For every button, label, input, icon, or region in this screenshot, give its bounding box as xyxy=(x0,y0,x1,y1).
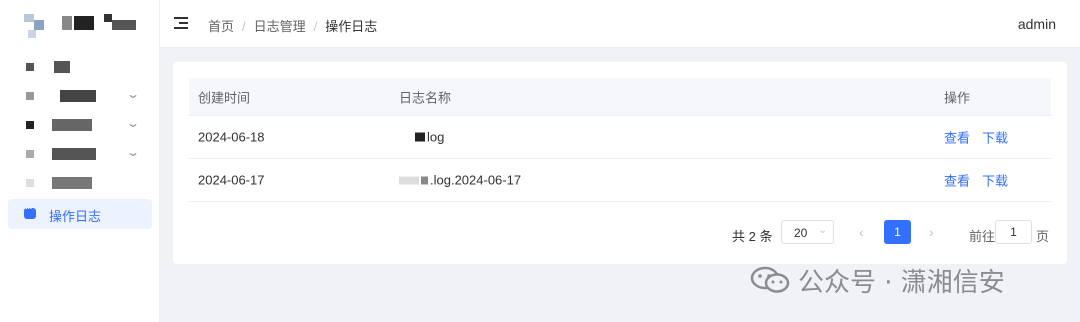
log-table-card: 创建时间 日志名称 操作 2024-06-18 log 查看 下载 2024-06… xyxy=(173,62,1067,264)
menu-icon xyxy=(26,121,34,129)
sidebar: ⌄ ⌄ ⌄ 操作日志 xyxy=(0,0,160,322)
breadcrumb-current: 操作日志 xyxy=(325,19,378,34)
user-menu[interactable]: admin xyxy=(1018,16,1056,32)
cell-actions: 查看 下载 xyxy=(944,171,1020,190)
menu-icon xyxy=(26,179,34,187)
cell-created: 2024-06-17 xyxy=(198,172,265,188)
breadcrumb-home[interactable]: 首页 xyxy=(208,19,234,34)
breadcrumb: 首页 / 日志管理 / 操作日志 xyxy=(208,19,378,34)
cell-name: .log.2024-06-17 xyxy=(399,173,521,188)
prev-page-icon[interactable]: ‹ xyxy=(859,224,864,240)
goto-label: 前往 xyxy=(969,229,996,244)
cell-actions: 查看 下载 xyxy=(944,128,1020,147)
sidebar-item-2[interactable]: ⌄ xyxy=(8,81,152,111)
app-logo[interactable] xyxy=(24,12,140,42)
download-button[interactable]: 下载 xyxy=(982,174,1008,189)
sidebar-item-1[interactable] xyxy=(8,52,152,82)
table-row: 2024-06-17 .log.2024-06-17 查看 下载 xyxy=(189,159,1051,202)
column-header-name: 日志名称 xyxy=(399,90,452,105)
pagination: 共 2 条 20 ⌄ ‹ 1 › 前往 1 页 xyxy=(173,220,1067,246)
chevron-down-icon: ⌄ xyxy=(125,116,141,130)
chevron-down-icon: ⌄ xyxy=(125,87,141,101)
view-button[interactable]: 查看 xyxy=(944,131,970,146)
table-header: 创建时间 日志名称 操作 xyxy=(189,78,1051,116)
top-header: 首页 / 日志管理 / 操作日志 admin xyxy=(160,0,1080,48)
view-button[interactable]: 查看 xyxy=(944,174,970,189)
sidebar-item-operation-log[interactable]: 操作日志 xyxy=(8,199,152,229)
sidebar-item-5[interactable] xyxy=(8,168,152,198)
menu-icon xyxy=(26,63,34,71)
chat-icon xyxy=(24,204,36,219)
page-number-button[interactable]: 1 xyxy=(884,220,911,244)
page-size-select[interactable]: 20 ⌄ xyxy=(781,220,834,244)
watermark-text: 公众号 · 潇湘信安 xyxy=(798,268,1005,298)
chevron-down-icon: ⌄ xyxy=(818,225,827,236)
menu-fold-icon[interactable] xyxy=(174,17,188,29)
menu-icon xyxy=(26,92,34,100)
chevron-down-icon: ⌄ xyxy=(125,145,141,159)
goto-page-input[interactable]: 1 xyxy=(995,220,1032,244)
sidebar-item-3[interactable]: ⌄ xyxy=(8,110,152,140)
pagination-total: 共 2 条 xyxy=(732,229,773,244)
table-row: 2024-06-18 log 查看 下载 xyxy=(189,116,1051,159)
column-header-created: 创建时间 xyxy=(198,90,251,105)
cell-name: log xyxy=(415,130,444,145)
goto-suffix: 页 xyxy=(1036,229,1050,244)
cell-created: 2024-06-18 xyxy=(198,129,265,145)
menu-icon xyxy=(26,150,34,158)
sidebar-item-label: 操作日志 xyxy=(49,209,102,224)
breadcrumb-section[interactable]: 日志管理 xyxy=(254,19,306,34)
wechat-icon xyxy=(750,266,790,293)
watermark: 公众号 · 潇湘信安 xyxy=(750,262,1060,298)
log-table: 创建时间 日志名称 操作 2024-06-18 log 查看 下载 2024-06… xyxy=(189,78,1051,202)
column-header-actions: 操作 xyxy=(944,90,971,105)
download-button[interactable]: 下载 xyxy=(982,131,1008,146)
sidebar-item-4[interactable]: ⌄ xyxy=(8,139,152,169)
next-page-icon[interactable]: › xyxy=(929,224,934,240)
